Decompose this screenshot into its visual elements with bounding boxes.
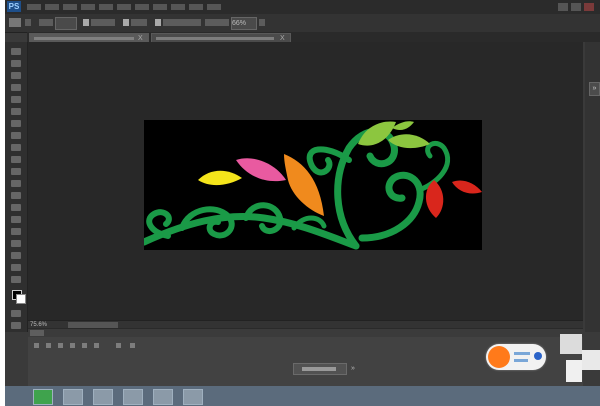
menu-item-3d[interactable] (153, 4, 167, 10)
menu-item-view[interactable] (171, 4, 185, 10)
menu-item-type[interactable] (99, 4, 113, 10)
mode-select[interactable] (55, 17, 77, 30)
ps-logo: PS (7, 1, 21, 12)
eyedropper-tool-icon[interactable] (11, 108, 21, 115)
pen-tool-icon[interactable] (11, 216, 21, 223)
widget-stat-line-1 (514, 352, 530, 355)
menu-item-window[interactable] (189, 4, 203, 10)
opacity-field[interactable]: 66% (231, 17, 257, 30)
close-window-button[interactable] (584, 3, 594, 11)
maximize-button[interactable] (571, 3, 581, 11)
taskbar (5, 386, 600, 406)
shape-tool-icon[interactable] (11, 252, 21, 259)
stamp-tool-icon[interactable] (11, 144, 21, 151)
marquee-tool-icon[interactable] (11, 60, 21, 67)
tab-document-1-label (34, 37, 134, 40)
expand-panels-button[interactable]: » (589, 82, 600, 96)
taskbar-app-6[interactable] (183, 389, 203, 405)
first-frame-icon[interactable] (34, 343, 39, 348)
create-video-timeline-button[interactable] (293, 363, 347, 375)
taskbar-app-4[interactable] (123, 389, 143, 405)
healing-tool-icon[interactable] (11, 120, 21, 127)
settings-icon[interactable] (94, 343, 99, 348)
watermark-block-3 (566, 360, 582, 382)
background-color-swatch[interactable] (16, 294, 26, 304)
split-icon[interactable] (116, 343, 121, 348)
menu-bar: PS (5, 0, 600, 14)
floral-vine-artwork (144, 120, 482, 250)
taskbar-app-5[interactable] (153, 389, 173, 405)
right-panel-dock: » (585, 42, 600, 332)
checkbox-1-label (91, 19, 115, 26)
watermark-block-2 (582, 350, 600, 370)
taskbar-app-3[interactable] (93, 389, 113, 405)
menu-item-help[interactable] (207, 4, 221, 10)
tools-panel (5, 42, 28, 332)
create-video-timeline-label (302, 367, 336, 371)
widget-stat-line-2 (514, 359, 528, 362)
timeline-header (28, 329, 583, 337)
tab-document-2-label (156, 37, 274, 40)
hand-tool-icon[interactable] (11, 264, 21, 271)
widget-status-icon (534, 352, 542, 360)
brush-tool-icon[interactable] (11, 132, 21, 139)
menu-item-layer[interactable] (81, 4, 95, 10)
checkbox-2-label (131, 19, 147, 26)
transition-icon[interactable] (130, 343, 135, 348)
zoom-tool-icon[interactable] (11, 276, 21, 283)
mode-label (39, 19, 53, 26)
menu-item-select[interactable] (117, 4, 131, 10)
eraser-tool-icon[interactable] (11, 168, 21, 175)
audio-icon[interactable] (82, 343, 87, 348)
checkbox-1[interactable] (83, 19, 89, 26)
watermark-block-1 (560, 334, 582, 354)
minimize-button[interactable] (558, 3, 568, 11)
crop-tool-icon[interactable] (11, 96, 21, 103)
play-icon[interactable] (58, 343, 63, 348)
dodge-tool-icon[interactable] (11, 204, 21, 211)
tab-timeline[interactable] (30, 330, 44, 336)
lasso-tool-icon[interactable] (11, 72, 21, 79)
checkbox-3[interactable] (155, 19, 161, 26)
screen-mode-icon[interactable] (11, 322, 21, 329)
timeline-options-arrow[interactable]: » (351, 364, 355, 373)
menu-item-filter[interactable] (135, 4, 149, 10)
options-bar: 66% (5, 14, 600, 33)
menu-item-file[interactable] (27, 4, 41, 10)
opacity-dropdown-icon[interactable] (259, 19, 265, 26)
opacity-label (205, 19, 229, 26)
menu-item-edit[interactable] (45, 4, 59, 10)
checkbox-2[interactable] (123, 19, 129, 26)
widget-ball[interactable] (488, 346, 510, 368)
document-tabs-bar: X X (27, 32, 600, 43)
history-brush-tool-icon[interactable] (11, 156, 21, 163)
gradient-tool-icon[interactable] (11, 180, 21, 187)
next-frame-icon[interactable] (70, 343, 75, 348)
floating-widget[interactable] (486, 344, 546, 370)
chevron-down-icon[interactable] (25, 19, 31, 26)
quick-mask-icon[interactable] (11, 310, 21, 317)
taskbar-app-1[interactable] (33, 389, 53, 405)
taskbar-app-2[interactable] (63, 389, 83, 405)
type-tool-icon[interactable] (11, 228, 21, 235)
move-tool-icon[interactable] (11, 48, 21, 55)
checkbox-3-label (163, 19, 201, 26)
menu-item-image[interactable] (63, 4, 77, 10)
path-select-tool-icon[interactable] (11, 240, 21, 247)
brush-preset-icon[interactable] (9, 18, 21, 27)
blur-tool-icon[interactable] (11, 192, 21, 199)
quick-select-tool-icon[interactable] (11, 84, 21, 91)
prev-frame-icon[interactable] (46, 343, 51, 348)
